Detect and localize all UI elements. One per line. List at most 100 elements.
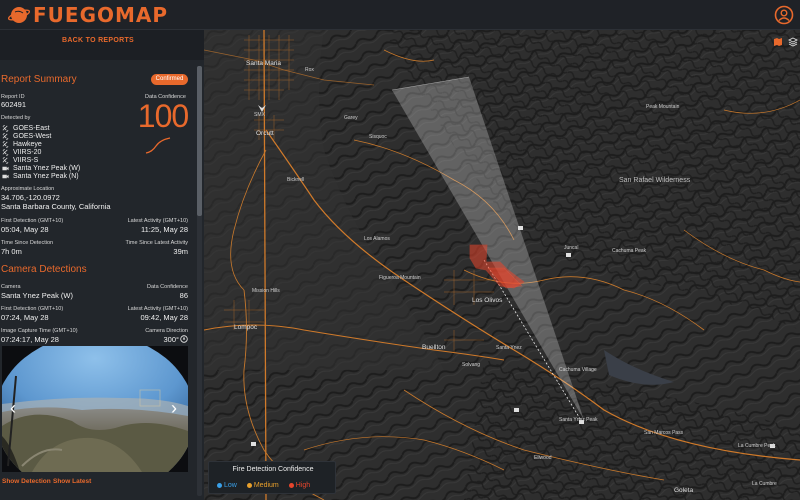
legend-dot-icon xyxy=(217,483,222,488)
show-detection-link[interactable]: Show Detection xyxy=(2,478,51,485)
location-coords: 34.706,-120.0972 xyxy=(1,193,60,202)
legend-label: Medium xyxy=(253,482,279,489)
data-confidence-value: 100 xyxy=(137,98,189,134)
map-view-icon[interactable] xyxy=(773,37,783,47)
map-label-cachuma-village: Cachuma Village xyxy=(559,367,597,373)
map-label-peak-mountain: Peak Mountain xyxy=(646,104,680,110)
map-label-la-cumbre-peak: La Cumbre Peak xyxy=(738,443,776,449)
legend-dot-icon xyxy=(288,483,294,488)
map-label-garey: Garey xyxy=(344,115,358,121)
camera-value: Santa Ynez Peak (W) xyxy=(1,291,73,300)
legend-item-medium[interactable]: Medium xyxy=(246,482,279,489)
report-id-value: 602491 xyxy=(1,100,27,109)
map-label-santa-ynez-peak: Santa Ynez Peak xyxy=(559,417,598,423)
satellite-icon xyxy=(2,124,9,132)
fuegomap-logo[interactable]: FUEGOMAP xyxy=(8,3,168,27)
camera-direction-value: 300° xyxy=(163,335,179,344)
legend-label: High xyxy=(295,482,311,489)
next-image-button[interactable]: › xyxy=(167,395,181,421)
logo-text: FUEGOMAP xyxy=(33,3,169,27)
map-label-ellwood: Ellwood xyxy=(534,455,552,461)
detector-label: Santa Ynez Peak (W) xyxy=(13,164,81,172)
panel-scrollbar[interactable] xyxy=(197,66,202,496)
layers-icon[interactable] xyxy=(788,37,798,47)
map-label-santa-maria: Santa Maria xyxy=(246,60,282,67)
camera-confidence-label: Data Confidence xyxy=(147,284,188,290)
camera-detections-title: Camera Detections xyxy=(1,264,87,275)
satellite-icon xyxy=(2,156,9,164)
map-label-rox: Rox xyxy=(305,67,314,73)
map-label-los-alamos: Los Alamos xyxy=(364,236,390,242)
legend-item-low[interactable]: Low xyxy=(217,482,237,489)
detector-item: VIIRS-S xyxy=(2,156,80,164)
back-to-reports-link[interactable]: BACK TO REPORTS xyxy=(0,37,196,44)
camera-latest-activity-label: Latest Activity (GMT+10) xyxy=(127,306,188,312)
report-summary-title: Report Summary xyxy=(1,74,77,85)
detector-label: VIIRS-20 xyxy=(13,148,42,156)
detector-label: GOES-East xyxy=(13,124,50,132)
camera-icon xyxy=(2,166,9,170)
latest-activity-label: Latest Activity (GMT+10) xyxy=(127,218,188,224)
time-since-activity-value: 39m xyxy=(173,247,188,256)
map-label-smx: SMX xyxy=(254,112,265,118)
detector-item: GOES-East xyxy=(2,124,80,132)
compass-icon xyxy=(180,335,188,343)
detector-label: VIIRS-S xyxy=(13,156,39,164)
map-label-santa-ynez: Santa Ynez xyxy=(496,345,522,351)
map-label-cachuma-peak: Cachuma Peak xyxy=(612,248,647,254)
first-detection-label: First Detection (GMT+10) xyxy=(1,218,64,224)
first-detection-value: 05:04, May 28 xyxy=(1,225,49,234)
map-label-san-rafael-wilderness: San Rafael Wilderness xyxy=(619,177,691,184)
time-since-detection-label: Time Since Detection xyxy=(1,240,54,246)
terrain-map[interactable] xyxy=(204,30,800,500)
detector-item: Santa Ynez Peak (N) xyxy=(2,172,80,180)
satellite-icon xyxy=(2,140,9,148)
location-label: Approximate Location xyxy=(1,186,55,192)
legend-label: Low xyxy=(224,482,237,489)
confidence-trend-icon xyxy=(145,137,171,154)
capture-time-value: 07:24:17, May 28 xyxy=(1,335,59,344)
map-label-goleta: Goleta xyxy=(674,487,694,494)
prev-image-button[interactable]: ‹ xyxy=(6,395,20,421)
time-since-detection-value: 7h 0m xyxy=(1,247,22,256)
detector-item: Hawkeye xyxy=(2,140,80,148)
top-bar: FUEGOMAP xyxy=(0,0,800,30)
map-label-mission-hills: Mission Hills xyxy=(252,288,280,294)
camera-direction-label: Camera Direction xyxy=(145,328,188,334)
satellite-icon xyxy=(2,148,9,156)
map-label-la-cumbre: La Cumbre xyxy=(752,481,777,487)
scrollbar-thumb[interactable] xyxy=(197,66,202,216)
map-label-buellton: Buellton xyxy=(422,344,446,351)
camera-icon xyxy=(2,174,9,178)
camera-view-image xyxy=(2,346,188,472)
show-latest-link[interactable]: Show Latest xyxy=(53,478,91,485)
camera-latest-activity-value: 09:42, May 28 xyxy=(140,313,188,322)
camera-confidence-value: 86 xyxy=(179,291,188,300)
legend-items: Low Medium High xyxy=(217,482,310,489)
satellite-icon xyxy=(2,132,9,140)
detector-item: Santa Ynez Peak (W) xyxy=(2,164,80,172)
profile-icon[interactable] xyxy=(774,5,794,25)
legend-dot-icon xyxy=(246,483,252,488)
latest-activity-value: 11:25, May 28 xyxy=(141,225,188,234)
map-label-sisquoc: Sisquoc xyxy=(369,134,387,140)
map-view[interactable]: Santa Maria SMX Orcutt Rox Garey Bicknel… xyxy=(204,30,800,500)
legend-item-high[interactable]: High xyxy=(288,482,311,489)
map-label-los-olivos: Los Olivos xyxy=(472,297,503,304)
globe-logo-icon xyxy=(8,7,30,23)
map-label-juncal: Juncal xyxy=(564,245,579,251)
camera-first-detection-label: First Detection (GMT+10) xyxy=(1,306,64,312)
detector-item: GOES-West xyxy=(2,132,80,140)
detector-label: Hawkeye xyxy=(13,140,42,148)
detected-by-label: Detected by xyxy=(1,115,31,121)
camera-image[interactable] xyxy=(2,346,188,472)
time-since-activity-label: Time Since Latest Activity xyxy=(125,240,188,246)
map-label-lompoc: Lompoc xyxy=(234,324,258,331)
location-name: Santa Barbara County, California xyxy=(1,202,111,211)
capture-time-label: Image Capture Time (GMT+10) xyxy=(1,328,78,334)
map-label-figueroa-mountain: Figueroa Mountain xyxy=(379,275,421,281)
detector-item: VIIRS-20 xyxy=(2,148,80,156)
map-label-solvang: Solvang xyxy=(462,362,481,368)
legend-title: Fire Detection Confidence xyxy=(232,466,314,473)
detector-label: Santa Ynez Peak (N) xyxy=(13,172,79,180)
